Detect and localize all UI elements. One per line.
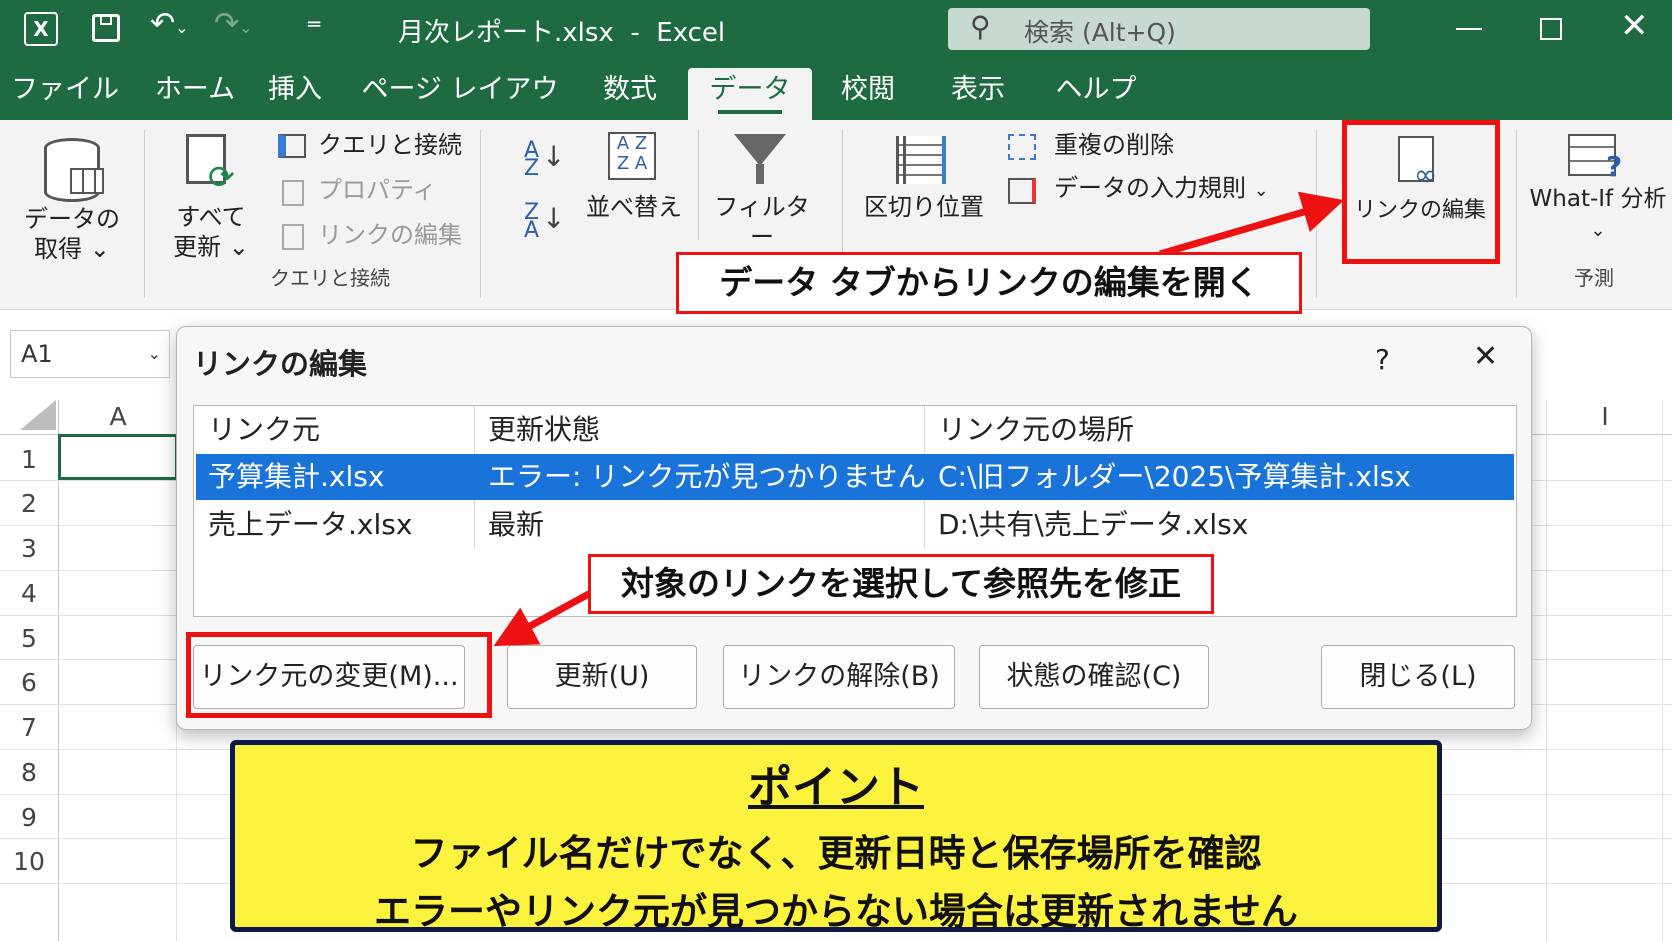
point-box: ポイント ファイル名だけでなく、更新日時と保存場所を確認 エラーやリンク元が見つ… <box>230 740 1442 933</box>
point-line-1: ファイル名だけでなく、更新日時と保存場所を確認 <box>410 832 1262 875</box>
callout-select-link: 対象のリンクを選択して参照先を修正 <box>588 554 1214 614</box>
callout-open-edit-links: データ タブからリンクの編集を開く <box>676 252 1302 314</box>
arrow-to-change-source <box>493 586 598 647</box>
point-title: ポイント <box>748 762 924 813</box>
point-line-2: エラーやリンク元が見つからない場合は更新されません <box>374 890 1298 933</box>
arrow-to-edit-links <box>1159 191 1345 258</box>
